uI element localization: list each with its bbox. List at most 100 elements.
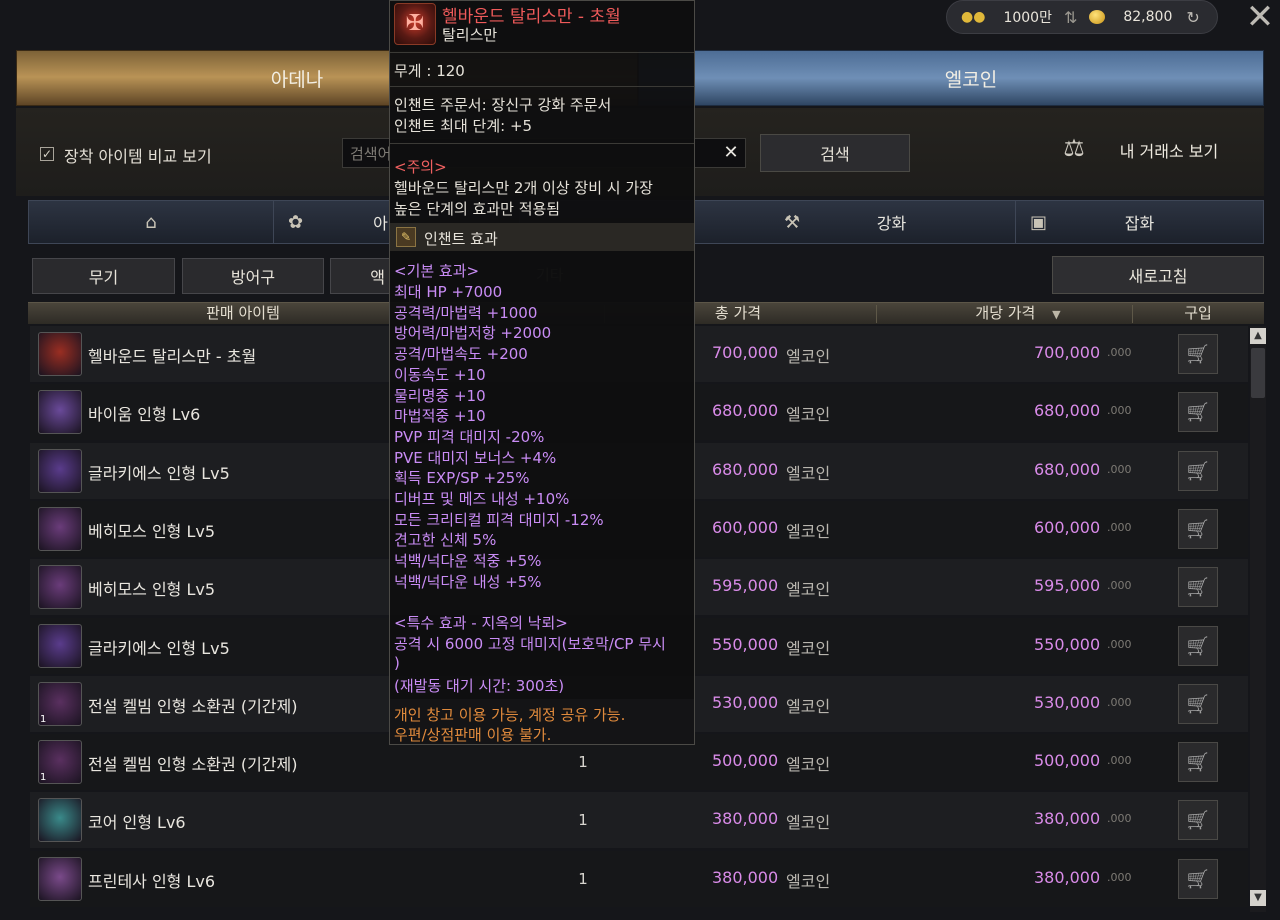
item-total-price: 500,000 — [712, 751, 779, 770]
item-icon — [38, 449, 82, 493]
item-total-price: 700,000 — [712, 343, 779, 362]
tooltip-base-effect: 넉백/넉다운 적중 +5% — [394, 552, 542, 571]
scroll-down-icon[interactable]: ▼ — [1250, 890, 1266, 906]
scrollbar-thumb[interactable] — [1251, 348, 1265, 398]
tab-adena-label: 아데나 — [270, 68, 324, 91]
buy-cart-button[interactable]: 🛒 — [1178, 451, 1218, 491]
category-home[interactable]: ⌂ — [29, 201, 274, 243]
header-unit[interactable]: 개당 가격 ▼ — [958, 303, 1078, 325]
item-total-price: 595,000 — [712, 576, 779, 595]
item-total-price: 380,000 — [712, 868, 779, 887]
scrollbar-track[interactable] — [1250, 326, 1266, 912]
clear-search-icon[interactable]: ✕ — [718, 140, 744, 166]
scroll-up-icon[interactable]: ▲ — [1250, 328, 1266, 344]
item-name: 베히모스 인형 Lv5 — [88, 522, 216, 541]
my-exchange-button[interactable]: 내 거래소 보기 — [1104, 138, 1234, 164]
tooltip-divider — [390, 143, 694, 144]
item-icon — [38, 857, 82, 901]
tooltip-base-effect: 공격력/마법력 +1000 — [394, 303, 538, 322]
currency-label: 엘코인 — [786, 872, 831, 891]
enchant-icon: ✎ — [396, 227, 416, 247]
tab-ecoin[interactable]: 엘코인 — [638, 50, 1264, 106]
buy-cart-button[interactable]: 🛒 — [1178, 509, 1218, 549]
close-icon[interactable]: ✕ — [1244, 0, 1276, 36]
item-total-price: 680,000 — [712, 460, 779, 479]
item-name: 바이움 인형 Lv6 — [88, 405, 201, 424]
header-total[interactable]: 총 가격 — [688, 303, 788, 325]
tooltip-base-effect: 획득 EXP/SP +25% — [394, 469, 530, 488]
item-icon: 1 — [38, 740, 82, 784]
buy-cart-button[interactable]: 🛒 — [1178, 334, 1218, 374]
tooltip-divider — [390, 52, 694, 53]
category-misc[interactable]: ▣ 잡화 — [1016, 201, 1263, 243]
currency-label: 엘코인 — [786, 405, 831, 424]
tooltip-base-effect: 넉백/넉다운 내성 +5% — [394, 572, 542, 591]
category-enhance[interactable]: ⚒ 강화 — [768, 201, 1016, 243]
item-icon — [38, 390, 82, 434]
tooltip-base-effect: 마법적중 +10 — [394, 407, 486, 426]
tooltip-base-header: <기본 효과> — [394, 262, 480, 280]
exchange-arrows-icon[interactable]: ⇅ — [1064, 8, 1077, 27]
tooltip-divider — [390, 86, 694, 87]
buy-cart-button[interactable]: 🛒 — [1178, 742, 1218, 782]
cart-icon: 🛒 — [1186, 868, 1210, 890]
tooltip-base-effect: PVE 대미지 보너스 +4% — [394, 448, 557, 467]
tooltip-footer-line: 개인 창고 이용 가능, 계정 공유 가능. — [394, 706, 626, 724]
anvil-icon: ⚒ — [784, 211, 801, 233]
compare-checkbox[interactable]: ✓ — [40, 147, 54, 161]
sort-desc-icon[interactable]: ▼ — [1052, 308, 1060, 321]
filter-armor[interactable]: 방어구 — [182, 258, 324, 294]
adena-coin-icon: ●● — [961, 9, 986, 25]
refresh-button[interactable]: 새로고침 — [1052, 256, 1264, 294]
unit-price-decimal: .000 — [1107, 521, 1132, 534]
filter-accessory[interactable]: 액 — [330, 258, 390, 294]
tooltip-subtitle: 탈리스만 — [442, 26, 498, 44]
currency-refresh-icon[interactable]: ↻ — [1186, 8, 1199, 27]
category-misc-label: 잡화 — [1124, 214, 1155, 233]
item-name: 전설 켈빔 인형 소환권 (기간제) — [88, 755, 298, 774]
buy-cart-button[interactable]: 🛒 — [1178, 626, 1218, 666]
unit-price-decimal: .000 — [1107, 754, 1132, 767]
tooltip-base-effect: 모든 크리티컬 피격 대미지 -12% — [394, 510, 604, 529]
item-quantity: 1 — [578, 811, 588, 829]
tooltip-base-effect: 견고한 신체 5% — [394, 531, 497, 550]
cart-icon: 🛒 — [1186, 518, 1210, 540]
item-name: 베히모스 인형 Lv5 — [88, 580, 216, 599]
tooltip-enchant-max: 인챈트 최대 단계: +5 — [394, 117, 533, 135]
currency-label: 엘코인 — [786, 697, 831, 716]
tooltip-base-effect: 최대 HP +7000 — [394, 283, 503, 301]
tooltip-base-effect: 방어력/마법저항 +2000 — [394, 324, 552, 343]
tooltip-base-effect: 물리명중 +10 — [394, 386, 486, 405]
cart-icon: 🛒 — [1186, 693, 1210, 715]
currency-label: 엘코인 — [786, 755, 831, 774]
header-buy: 구입 — [1184, 304, 1212, 322]
chest-icon: ▣ — [1030, 211, 1048, 233]
ecoin-amount: 82,800 — [1123, 9, 1173, 25]
item-count-badge: 1 — [40, 772, 47, 783]
cart-icon: 🛒 — [1186, 460, 1210, 482]
tooltip-base-effect: 공격/마법속도 +200 — [394, 345, 528, 364]
search-button[interactable]: 검색 — [760, 134, 910, 172]
unit-price-decimal: .000 — [1107, 696, 1132, 709]
currency-label: 엘코인 — [786, 464, 831, 483]
home-icon: ⌂ — [145, 211, 157, 233]
buy-cart-button[interactable]: 🛒 — [1178, 684, 1218, 724]
tooltip-weight: 무게 : 120 — [394, 62, 465, 80]
buy-cart-button[interactable]: 🛒 — [1178, 800, 1218, 840]
tooltip-base-effect: PVP 피격 대미지 -20% — [394, 427, 545, 446]
scale-icon: ⚖ — [1063, 134, 1085, 162]
buy-cart-button[interactable]: 🛒 — [1178, 567, 1218, 607]
table-row[interactable]: 코어 인형 Lv6 1 380,000 엘코인 380,000 .000 🛒 — [30, 792, 1248, 848]
item-unit-price: 380,000 — [1034, 809, 1101, 828]
buy-cart-button[interactable]: 🛒 — [1178, 859, 1218, 899]
header-unit-label: 개당 가격 — [975, 304, 1036, 322]
item-name: 전설 켈빔 인형 소환권 (기간제) — [88, 697, 298, 716]
filter-weapon[interactable]: 무기 — [32, 258, 175, 294]
tooltip-special-line: (재발동 대기 시간: 300초) — [394, 677, 565, 695]
buy-cart-button[interactable]: 🛒 — [1178, 392, 1218, 432]
tooltip-footer-line: 우편/상점판매 이용 불가. — [394, 726, 552, 744]
tooltip-base-effect: 디버프 및 메즈 내성 +10% — [394, 490, 570, 508]
item-unit-price: 680,000 — [1034, 460, 1101, 479]
table-row[interactable]: 프린테사 인형 Lv6 1 380,000 엘코인 380,000 .000 🛒 — [30, 851, 1248, 907]
item-unit-price: 530,000 — [1034, 693, 1101, 712]
